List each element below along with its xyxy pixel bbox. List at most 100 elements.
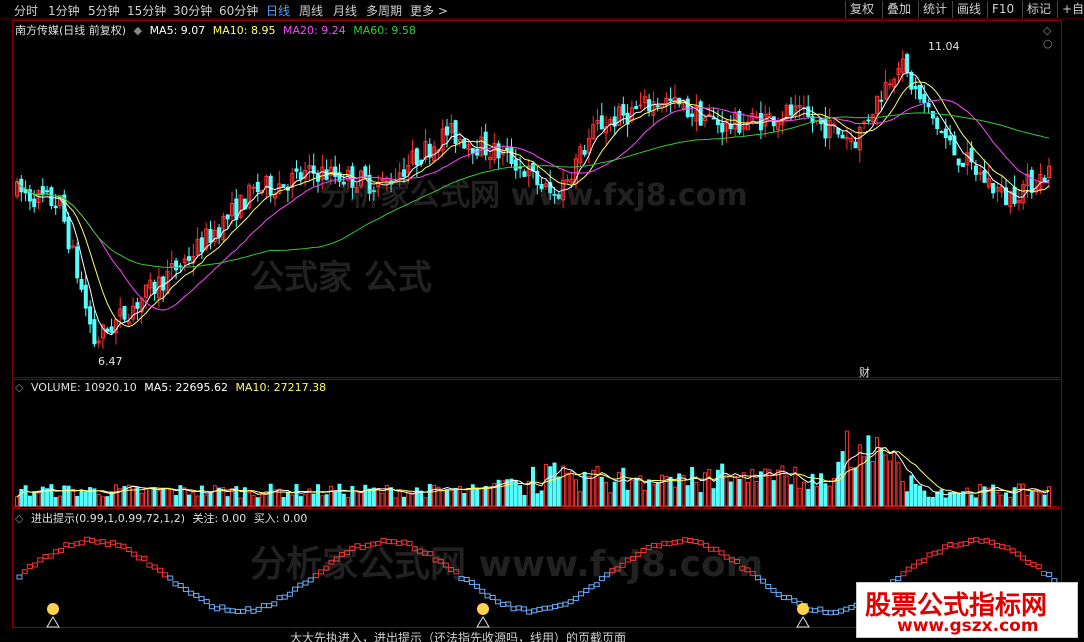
statistics-button[interactable]: 统计 [918, 1, 951, 18]
candle-body [518, 166, 523, 169]
signal-step [957, 541, 964, 547]
volume-bar [943, 497, 948, 507]
signal-legend: ◇ 进出提示(0.99,1,0.99,72,1,2) 关注: 0.00 买入: … [15, 510, 311, 526]
signal-step [104, 541, 111, 547]
signal-step [630, 555, 637, 561]
signal-step [370, 541, 377, 547]
signal-step [479, 588, 486, 594]
volume-label: VOLUME: 10920.10 [30, 381, 137, 394]
tab-weekly[interactable]: 周线 [299, 2, 323, 19]
signal-step [510, 606, 517, 612]
tab-30min[interactable]: 30分钟 [173, 2, 212, 19]
signal-step [619, 562, 626, 568]
volume-bar [23, 485, 28, 507]
adjust-button[interactable]: 复权 [845, 1, 878, 18]
tab-intraday[interactable]: 分时 [14, 2, 38, 19]
candle-body [720, 122, 725, 133]
candle-body [199, 237, 204, 253]
candle-body [887, 83, 892, 86]
volume-bar [199, 485, 204, 507]
signal-step [286, 591, 293, 597]
volume-bar [251, 494, 256, 507]
tab-60min[interactable]: 60分钟 [219, 2, 258, 19]
candle-body [840, 134, 845, 139]
volume-bar [995, 491, 1000, 507]
candle-body [174, 260, 179, 271]
volume-bar [1016, 483, 1021, 507]
panel-settings-icon[interactable]: ◇ ○ [1043, 24, 1061, 50]
smiley-icon [797, 603, 809, 615]
signal-step [791, 598, 798, 604]
volume-panel[interactable]: ◇ VOLUME: 10920.10 MA5: 22695.62 MA10: 2… [12, 379, 1062, 507]
volume-bar [789, 484, 793, 507]
volume-bar [1047, 486, 1051, 507]
tab-1min[interactable]: 1分钟 [48, 2, 80, 19]
mark-button[interactable]: 标记 [1022, 1, 1055, 18]
tab-monthly[interactable]: 月线 [333, 2, 357, 19]
candle-body [32, 198, 37, 208]
candle-body [341, 181, 346, 185]
volume-bar [496, 479, 501, 507]
signal-step [952, 543, 959, 549]
candle-body [556, 194, 561, 199]
candle-body [462, 138, 467, 149]
signal-step [141, 555, 148, 561]
volume-bar [518, 485, 523, 507]
signal-step [567, 599, 574, 605]
volume-bar [737, 478, 742, 507]
collapse-icon[interactable]: ◇ [15, 381, 23, 394]
volume-bar [900, 480, 905, 507]
volume-bar [169, 489, 174, 507]
signal-step [318, 569, 325, 575]
volume-bar [853, 467, 858, 507]
candle-body [363, 166, 368, 178]
tab-15min[interactable]: 15分钟 [127, 2, 166, 19]
signal-step [843, 606, 850, 612]
finance-marker[interactable]: 财 [859, 364, 870, 380]
volume-bar [423, 497, 428, 507]
volume-bar [909, 475, 914, 507]
signal-step [702, 542, 709, 548]
signal-step [458, 576, 465, 582]
collapse-icon[interactable]: ◆ [134, 24, 142, 37]
draw-button[interactable]: 画线 [952, 1, 985, 18]
signal-step [224, 607, 231, 613]
signal-step [895, 576, 902, 582]
tab-multi-period[interactable]: 多周期 [366, 2, 402, 19]
candle-body [294, 168, 299, 172]
candle-body [789, 104, 793, 116]
tab-daily[interactable]: 日线 [266, 2, 290, 19]
volume-chart[interactable] [13, 380, 1063, 508]
volume-bar [346, 496, 351, 507]
tab-more[interactable]: 更多 > [410, 2, 448, 19]
volume-bar [15, 496, 19, 507]
signal-step [266, 603, 273, 609]
tab-5min[interactable]: 5分钟 [88, 2, 120, 19]
signal-step [78, 540, 85, 546]
signal-step [151, 564, 158, 570]
volume-bar [574, 479, 578, 507]
signal-step [770, 587, 777, 593]
smiley-icon [47, 603, 59, 615]
signal-step [520, 606, 527, 612]
volume-bar [101, 496, 105, 507]
signal-step [926, 552, 933, 558]
volume-bar [918, 485, 922, 507]
volume-bar [711, 488, 716, 507]
signal-step [234, 608, 241, 614]
volume-bar [62, 485, 67, 507]
f10-button[interactable]: F10 [987, 1, 1018, 18]
arrow-up-icon [796, 616, 810, 628]
overlay-button[interactable]: 叠加 [882, 1, 915, 18]
candlestick-chart[interactable] [13, 21, 1063, 379]
custom-button[interactable]: +自 [1057, 1, 1084, 18]
volume-bar [139, 492, 144, 507]
ma5-line [16, 71, 1050, 336]
price-chart-panel[interactable]: 南方传媒(日线 前复权) ◆ MA5: 9.07 MA10: 8.95 MA20… [12, 20, 1063, 380]
collapse-icon[interactable]: ◇ [15, 512, 23, 525]
candle-body [187, 256, 191, 261]
signal-step [848, 604, 855, 610]
volume-bar [896, 462, 901, 507]
candle-body [298, 172, 303, 180]
signal-step [978, 538, 985, 544]
